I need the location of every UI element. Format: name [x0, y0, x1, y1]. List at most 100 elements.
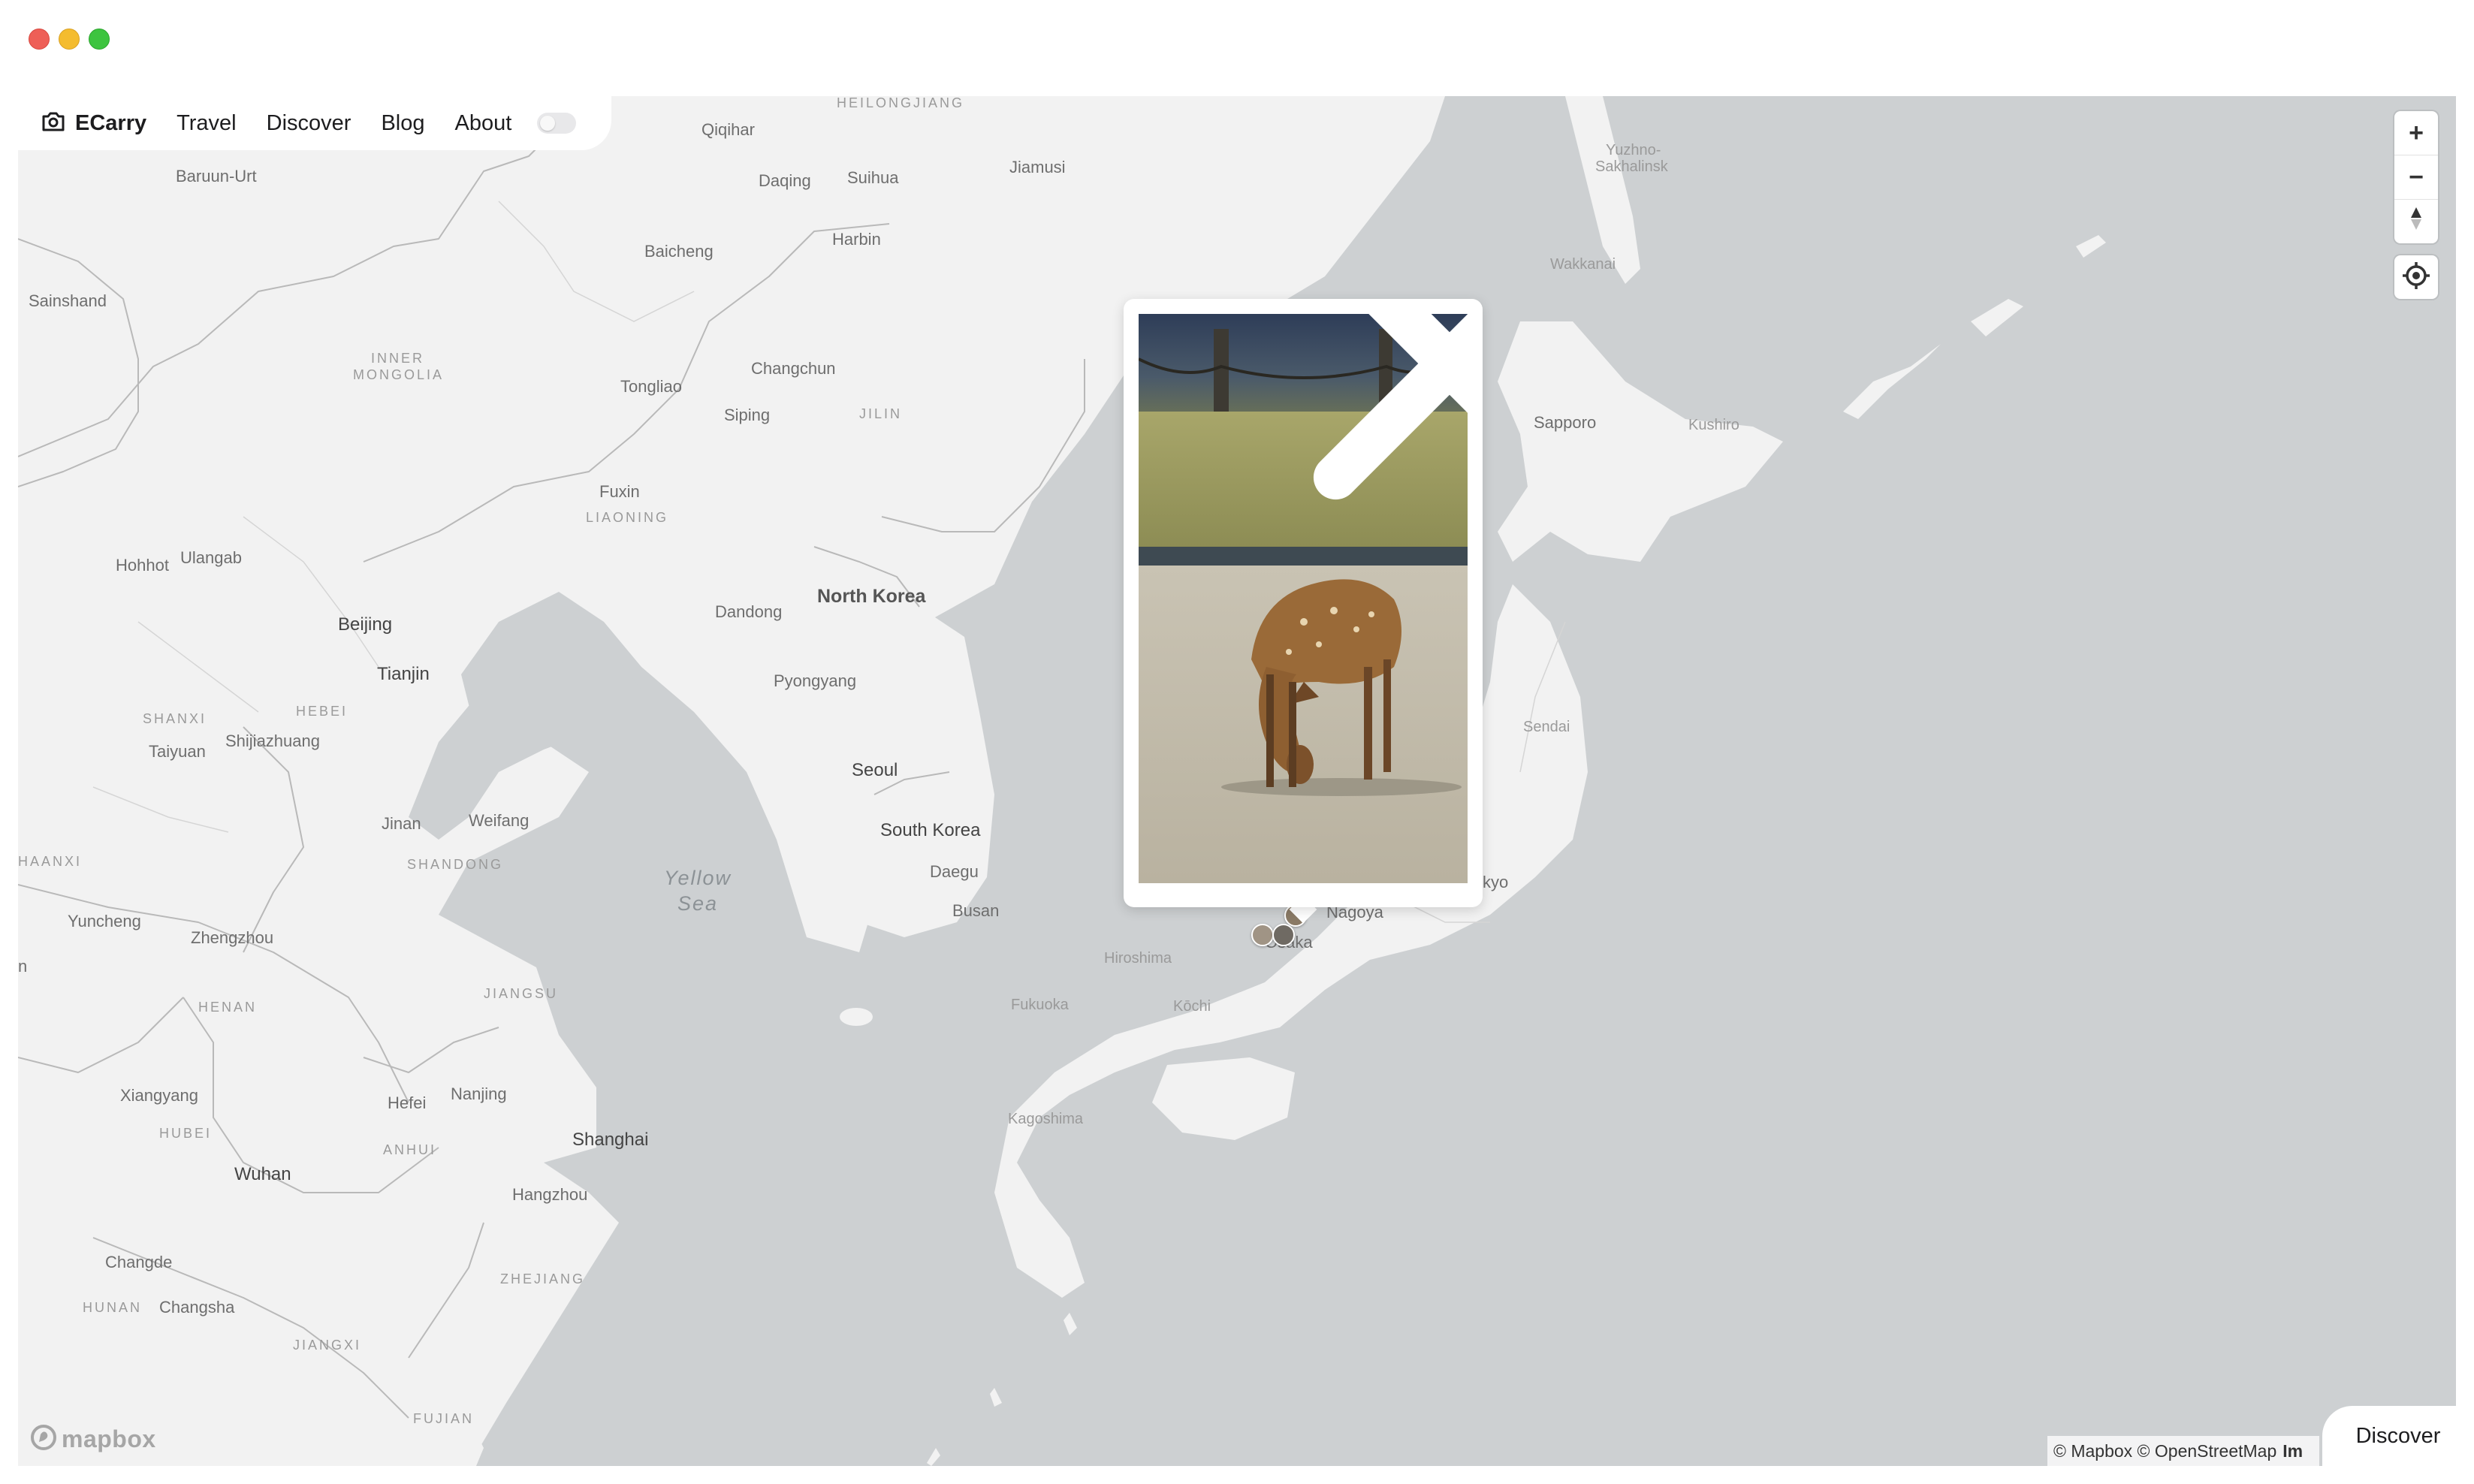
nav-link-discover[interactable]: Discover	[267, 111, 351, 136]
map-label-hangzhou: Hangzhou	[512, 1185, 588, 1204]
map-label-changde: Changde	[105, 1253, 173, 1271]
brand-link[interactable]: ECarry	[41, 110, 146, 137]
map-label-liaoning: LIAONING	[586, 510, 669, 525]
compass-icon	[2409, 206, 2424, 238]
crosshair-icon	[2402, 261, 2430, 294]
attribution-improve-link[interactable]: Im	[2282, 1441, 2303, 1461]
map-label-wakkanai: Wakkanai	[1550, 256, 1616, 273]
mapbox-logo-text: mapbox	[62, 1425, 156, 1452]
camera-icon	[41, 110, 66, 137]
map-label-siping: Siping	[724, 406, 771, 424]
map-label-shanxi: SHANXI	[143, 711, 207, 726]
map-label-xiangyang: Xiangyang	[120, 1086, 198, 1105]
photo-marker[interactable]	[1251, 924, 1274, 946]
map-attribution[interactable]: © Mapbox © OpenStreetMap Im	[2047, 1436, 2319, 1466]
map-label-zhejiang: ZHEJIANG	[500, 1271, 586, 1286]
map-label-harbin: Harbin	[832, 230, 881, 249]
map-label-yuzhno: Yuzhno-	[1606, 142, 1661, 158]
mapbox-logo-icon	[30, 1424, 57, 1455]
map-label-henan: HENAN	[198, 1000, 258, 1015]
map-label-dandong: Dandong	[715, 602, 783, 621]
nav-link-travel[interactable]: Travel	[176, 111, 237, 136]
mapbox-logo[interactable]: mapbox	[30, 1424, 156, 1455]
theme-toggle[interactable]	[537, 113, 577, 134]
map-label-fuxin: Fuxin	[599, 482, 640, 501]
map-label-hebei: HEBEI	[296, 704, 348, 719]
map-label-busan: Busan	[952, 901, 1000, 920]
map-label-hefei: Hefei	[388, 1093, 427, 1112]
map-label-baruun-urt: Baruun-Urt	[176, 167, 257, 186]
map-label-nanjing: Nanjing	[451, 1084, 507, 1103]
window-minimize-button[interactable]	[59, 29, 80, 50]
map-label-fukuoka: Fukuoka	[1011, 997, 1069, 1013]
map-label-kochi: Kōchi	[1173, 998, 1211, 1015]
map-label-tianjin: Tianjin	[377, 664, 430, 684]
map-label-ulangab: Ulangab	[180, 548, 242, 567]
map-label-shijiazhuang: Shijiazhuang	[225, 731, 320, 750]
minus-icon: −	[2409, 162, 2424, 192]
window-close-button[interactable]	[29, 29, 50, 50]
photo-marker[interactable]	[1272, 924, 1295, 946]
map-label-haanxi: HAANXI	[18, 854, 83, 869]
window-titlebar	[0, 0, 2474, 96]
map-label-kagoshima: Kagoshima	[1008, 1111, 1084, 1127]
map-label-changchun: Changchun	[751, 359, 836, 378]
map-label-shanghai: Shanghai	[572, 1130, 649, 1150]
nav-link-blog[interactable]: Blog	[381, 111, 424, 136]
map-label-daqing: Daqing	[759, 171, 811, 190]
deer-photo[interactable]	[1139, 314, 1468, 883]
map-label-suihua: Suihua	[847, 168, 899, 187]
map-label-daegu: Daegu	[930, 862, 979, 881]
map-label-inner-mongolia-2: MONGOLIA	[353, 367, 445, 382]
map-label-hubei: HUBEI	[159, 1126, 213, 1141]
map-label-qiqihar: Qiqihar	[701, 120, 755, 139]
map-label-jiangxi: JIANGXI	[293, 1338, 362, 1353]
zoom-out-button[interactable]: −	[2394, 155, 2438, 200]
map-label-jiangsu: JIANGSU	[484, 986, 559, 1001]
discover-button[interactable]: Discover	[2322, 1406, 2474, 1466]
brand-name: ECarry	[75, 110, 147, 135]
map-label-wuhan: Wuhan	[234, 1164, 291, 1184]
map-label-seoul: Seoul	[852, 760, 898, 780]
map-label-shandong: SHANDONG	[407, 857, 504, 872]
map-label-changsha: Changsha	[159, 1298, 235, 1317]
map-label-kushiro: Kushiro	[1688, 417, 1739, 433]
photo-popup	[1124, 299, 1483, 907]
popup-close-button[interactable]	[1313, 314, 1468, 500]
map-label-baicheng: Baicheng	[644, 242, 714, 261]
map-label-sapporo: Sapporo	[1534, 413, 1597, 432]
map-label-jiamusi: Jiamusi	[1009, 158, 1066, 176]
theme-toggle-knob	[540, 116, 556, 131]
map-label-jinan: Jinan	[382, 814, 421, 833]
map-label-anhui: ANHUI	[383, 1142, 437, 1157]
map-label-beijing: Beijing	[338, 614, 393, 635]
yellow-sea-line-2: Sea	[677, 892, 719, 915]
map-label-tongliao: Tongliao	[620, 377, 682, 396]
attribution-text: © Mapbox © OpenStreetMap	[2053, 1440, 2277, 1461]
map-label-hohhot: Hohhot	[116, 556, 169, 575]
yellow-sea-line-1: Yellow	[664, 867, 732, 889]
map-label-sendai: Sendai	[1523, 719, 1570, 735]
nav-link-about[interactable]: About	[454, 111, 511, 136]
plus-icon: +	[2409, 118, 2424, 147]
map-label-weifang: Weifang	[469, 811, 529, 830]
map-label-yuncheng: Yuncheng	[68, 912, 141, 931]
map-label-zhengzhou: Zhengzhou	[191, 928, 274, 947]
map-label-hiroshima: Hiroshima	[1104, 950, 1172, 967]
close-icon	[1285, 314, 1468, 648]
zoom-in-button[interactable]: +	[2394, 111, 2438, 155]
top-navigation: ECarry Travel Discover Blog About	[18, 96, 611, 150]
map-label-sakhalinsk: Sakhalinsk	[1595, 158, 1668, 175]
compass-button[interactable]	[2394, 200, 2438, 243]
map-label-north-korea: North Korea	[817, 586, 926, 607]
map-label-taiyuan: Taiyuan	[149, 742, 206, 761]
map-label-jilin: JILIN	[859, 406, 903, 421]
geolocate-button[interactable]	[2394, 255, 2438, 299]
map-label-pyongyang: Pyongyang	[774, 671, 857, 690]
map-label-inner-mongolia: INNER	[371, 351, 425, 366]
map-zoom-controls: + −	[2394, 111, 2438, 243]
map-label-south-korea: South Korea	[880, 820, 981, 840]
map-label-tokyo: kyo	[1483, 873, 1509, 891]
map-label-fujian: FUJIAN	[413, 1411, 474, 1426]
window-maximize-button[interactable]	[89, 29, 110, 50]
